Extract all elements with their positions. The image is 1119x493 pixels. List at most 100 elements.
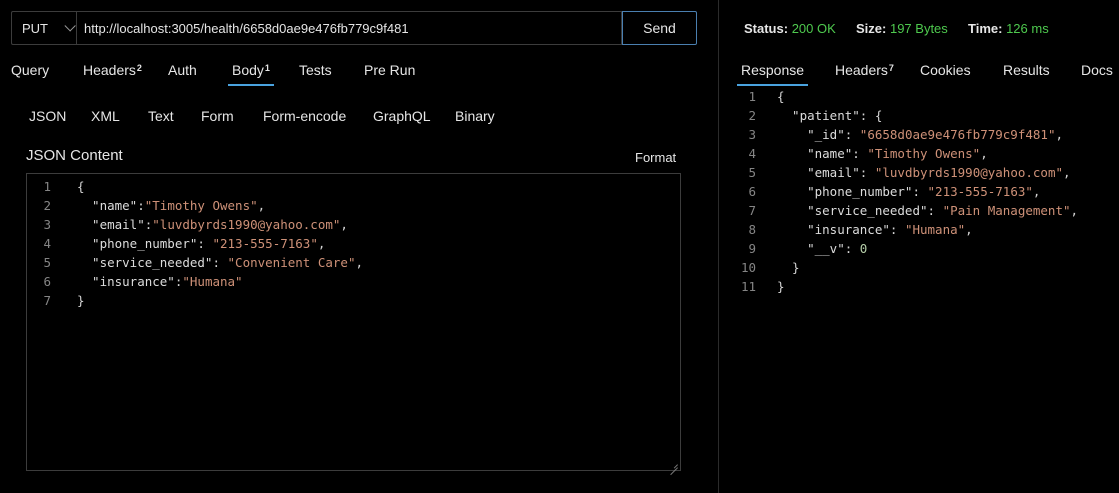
json-body-editor[interactable]: 1{2 "name":"Timothy Owens", 3 "email":"lu…	[26, 173, 681, 471]
line-number: 7	[43, 293, 51, 308]
code-line: {	[777, 87, 785, 106]
tab-cookies[interactable]: Cookies	[920, 60, 971, 86]
line-number: 1	[43, 179, 51, 194]
tab-label: Response	[741, 62, 805, 78]
url-input[interactable]: http://localhost:3005/health/6658d0ae9e4…	[76, 11, 622, 45]
punctuation-token: :	[852, 146, 868, 161]
line-number: 4	[748, 146, 756, 161]
punctuation-token: ,	[980, 146, 988, 161]
key-token: "_id"	[777, 127, 845, 142]
line-number: 5	[748, 165, 756, 180]
string-token: "Timothy Owens"	[867, 146, 981, 161]
key-token: "phone_number"	[77, 236, 198, 251]
string-token: "luvdbyrds1990@yahoo.com"	[874, 165, 1064, 180]
tab-pre-run[interactable]: Pre Run	[364, 60, 415, 86]
code-line: {	[77, 177, 85, 196]
url-bar: PUT http://localhost:3005/health/6658d0a…	[11, 11, 697, 45]
request-tabs: Query Headers2 Auth Body1 Tests Pre Run	[0, 60, 718, 86]
number-token: 0	[859, 241, 868, 256]
status-value: 200 OK	[791, 21, 836, 36]
body-type-xml[interactable]: XML	[91, 108, 120, 124]
punctuation-token: :	[912, 184, 928, 199]
response-panel: Status: 200 OK Size: 197 Bytes Time: 126…	[719, 0, 1119, 493]
code-line: "__v": 0	[777, 239, 867, 258]
tab-headers[interactable]: Headers2	[83, 60, 142, 86]
format-button[interactable]: Format	[635, 150, 676, 165]
response-tabs: Response Headers7 Cookies Results Docs	[719, 60, 1119, 86]
punctuation-token: :	[844, 241, 860, 256]
json-content-title: JSON Content	[26, 147, 123, 164]
status-indicator: Status: 200 OK	[744, 21, 836, 36]
punctuation-token: ,	[257, 198, 266, 213]
code-line: }	[777, 277, 785, 296]
tab-auth[interactable]: Auth	[168, 60, 197, 86]
punctuation-token: :	[137, 198, 145, 213]
key-token: "patient"	[777, 108, 860, 123]
line-number: 11	[740, 279, 756, 294]
code-line: "service_needed": "Pain Management",	[777, 201, 1078, 220]
tab-body[interactable]: Body1	[228, 60, 274, 86]
tab-results[interactable]: Results	[1003, 60, 1050, 86]
string-token: "Timothy Owens"	[144, 198, 258, 213]
request-panel: PUT http://localhost:3005/health/6658d0a…	[0, 0, 718, 493]
tab-label: Headers	[83, 62, 136, 78]
tab-tests[interactable]: Tests	[299, 60, 332, 86]
tab-label: Results	[1003, 62, 1050, 78]
body-type-form-encode[interactable]: Form-encode	[263, 108, 346, 124]
tab-label: Docs	[1081, 62, 1113, 78]
line-number: 2	[748, 108, 756, 123]
line-number: 1	[748, 89, 756, 104]
body-type-binary[interactable]: Binary	[455, 108, 495, 124]
method-select[interactable]: PUT	[11, 11, 76, 45]
body-type-json[interactable]: JSON	[29, 108, 66, 124]
tab-label: Query	[11, 62, 50, 78]
punctuation-token: :	[844, 127, 860, 142]
string-token: "Pain Management"	[942, 203, 1071, 218]
code-line: "name": "Timothy Owens",	[777, 144, 988, 163]
body-type-text[interactable]: Text	[148, 108, 174, 124]
time-label: Time:	[968, 21, 1003, 36]
key-token: "service_needed"	[77, 255, 213, 270]
tab-docs[interactable]: Docs	[1081, 60, 1113, 86]
code-line: "name":"Timothy Owens",	[77, 196, 265, 215]
tab-label: Auth	[168, 62, 197, 78]
code-line: "phone_number": "213-555-7163",	[777, 182, 1040, 201]
code-line: }	[77, 291, 85, 310]
send-button[interactable]: Send	[622, 11, 697, 45]
line-number: 8	[748, 222, 756, 237]
body-type-graphql[interactable]: GraphQL	[373, 108, 431, 124]
size-value: 197 Bytes	[889, 21, 948, 36]
tab-query[interactable]: Query	[11, 60, 49, 86]
line-number: 5	[43, 255, 51, 270]
line-number: 7	[748, 203, 756, 218]
status-label: Status:	[744, 21, 789, 36]
chevron-down-icon	[64, 20, 76, 32]
line-number: 2	[43, 198, 51, 213]
key-token: "name"	[77, 198, 138, 213]
string-token: "luvdbyrds1990@yahoo.com"	[152, 217, 341, 232]
time-indicator: Time: 126 ms	[968, 21, 1049, 36]
string-token: "Humana"	[182, 274, 243, 289]
punctuation-token: }	[777, 260, 800, 275]
punctuation-token: }	[777, 279, 785, 294]
line-number: 3	[748, 127, 756, 142]
punctuation-token: :	[197, 236, 213, 251]
code-line: "email":"luvdbyrds1990@yahoo.com",	[77, 215, 348, 234]
line-number: 4	[43, 236, 51, 251]
tab-badge: 7	[888, 63, 894, 73]
string-token: "Humana"	[904, 222, 966, 237]
tab-label: Body	[232, 62, 264, 78]
time-value: 126 ms	[1006, 21, 1049, 36]
punctuation-token: :	[859, 165, 875, 180]
method-label: PUT	[22, 20, 48, 36]
tab-response[interactable]: Response	[737, 60, 809, 86]
resize-handle-icon[interactable]	[670, 460, 678, 468]
punctuation-token: ,	[965, 222, 973, 237]
body-type-form[interactable]: Form	[201, 108, 234, 124]
punctuation-token: ,	[1063, 165, 1071, 180]
punctuation-token: ,	[1032, 184, 1041, 199]
tab-response-headers[interactable]: Headers7	[835, 60, 894, 86]
size-indicator: Size: 197 Bytes	[856, 21, 948, 36]
line-number: 9	[748, 241, 756, 256]
code-line: "insurance":"Humana"	[77, 272, 243, 291]
